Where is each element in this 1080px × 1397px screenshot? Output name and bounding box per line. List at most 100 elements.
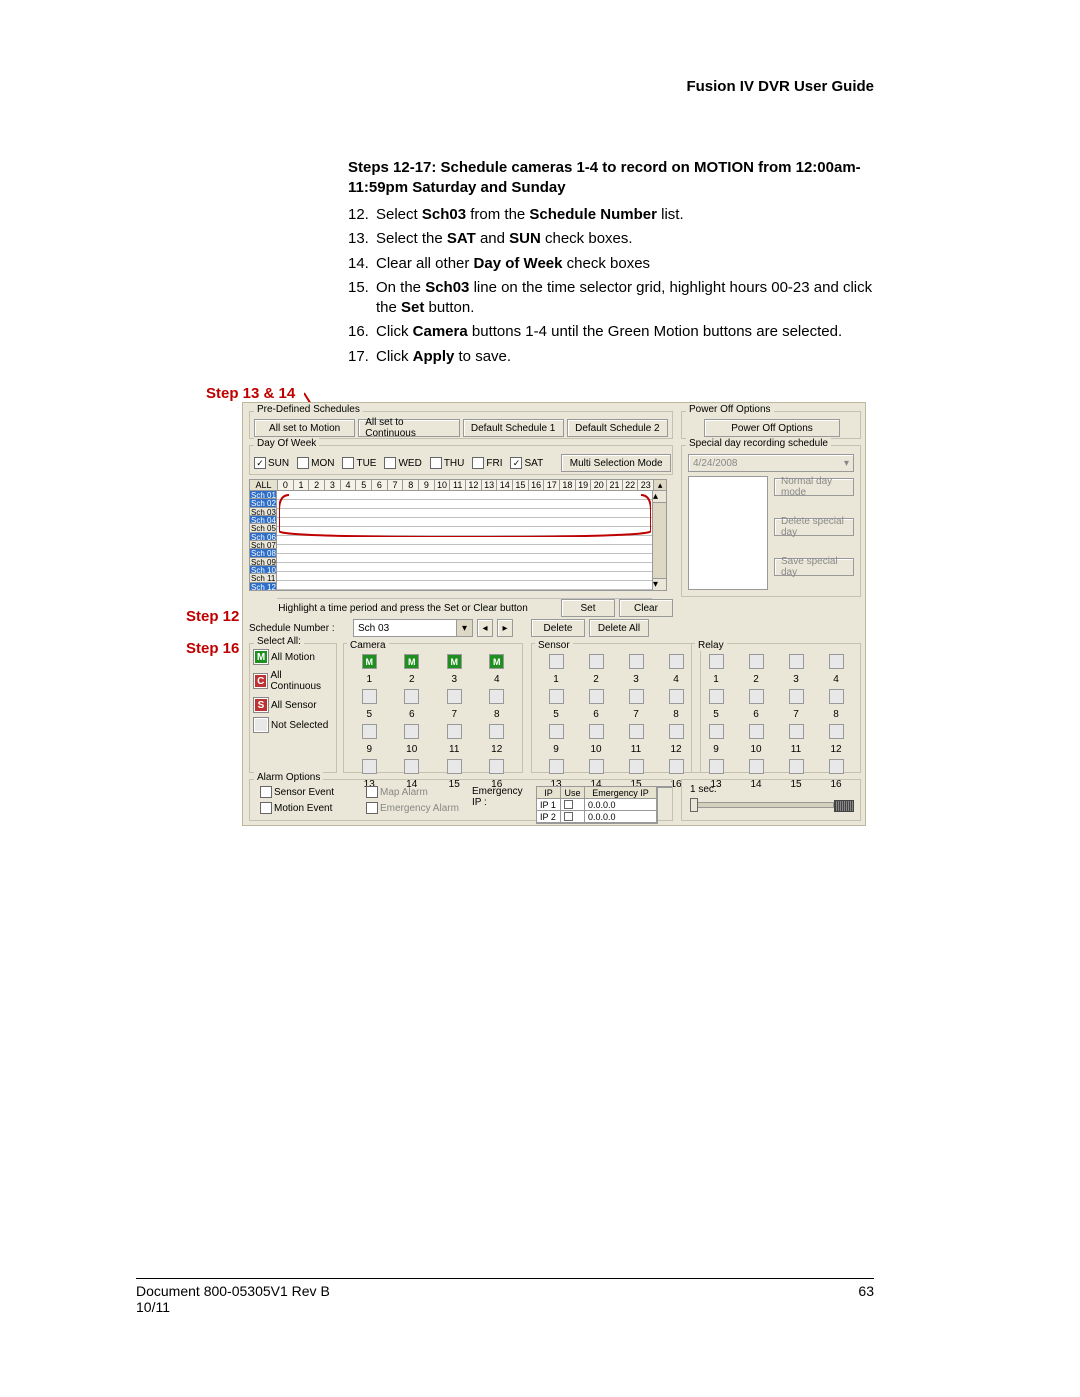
dow-checkbox-thu[interactable] [430, 457, 442, 469]
delete-button[interactable]: Delete [531, 619, 585, 637]
relay-button[interactable] [709, 724, 724, 739]
preset-default1-button[interactable]: Default Schedule 1 [463, 419, 564, 437]
multi-selection-button[interactable]: Multi Selection Mode [561, 454, 671, 472]
slider-thumb[interactable] [690, 798, 698, 812]
schedule-row-label[interactable]: Sch 02 [249, 499, 277, 507]
sensor-button[interactable] [549, 689, 564, 704]
sensor-event-checkbox[interactable] [260, 786, 272, 798]
select-all-option[interactable]: Not Selected [254, 718, 332, 732]
sensor-button[interactable] [669, 689, 684, 704]
ip2-use-checkbox[interactable] [564, 812, 573, 821]
hour-header[interactable]: 7 [387, 479, 403, 491]
relay-button[interactable] [789, 724, 804, 739]
hour-header[interactable]: 23 [637, 479, 653, 491]
hour-header[interactable]: 4 [340, 479, 356, 491]
camera-button[interactable] [362, 759, 377, 774]
hour-header[interactable]: 2 [308, 479, 324, 491]
camera-button[interactable] [447, 759, 462, 774]
relay-button[interactable] [709, 759, 724, 774]
sensor-button[interactable] [589, 654, 604, 669]
select-all-option[interactable]: CAll Continuous [254, 670, 332, 692]
relay-button[interactable] [749, 654, 764, 669]
camera-button[interactable] [447, 724, 462, 739]
relay-button[interactable] [789, 689, 804, 704]
next-button[interactable]: ▸ [497, 619, 513, 637]
camera-button[interactable] [489, 759, 504, 774]
scrollbar[interactable]: ▴ ▾ [653, 491, 667, 591]
camera-button[interactable] [404, 689, 419, 704]
relay-button[interactable] [749, 759, 764, 774]
sensor-button[interactable] [629, 689, 644, 704]
emergency-alarm-checkbox[interactable] [366, 802, 378, 814]
hour-header[interactable]: 9 [418, 479, 434, 491]
dow-checkbox-sat[interactable]: ✓ [510, 457, 522, 469]
prev-button[interactable]: ◂ [477, 619, 493, 637]
sensor-button[interactable] [549, 654, 564, 669]
relay-button[interactable] [829, 689, 844, 704]
dow-checkbox-fri[interactable] [472, 457, 484, 469]
relay-button[interactable] [829, 724, 844, 739]
sensor-button[interactable] [629, 654, 644, 669]
camera-button[interactable] [489, 724, 504, 739]
map-alarm-checkbox[interactable] [366, 786, 378, 798]
hour-header[interactable]: 12 [465, 479, 481, 491]
schedule-row-label[interactable]: Sch 04 [249, 516, 277, 524]
hour-header[interactable]: 10 [434, 479, 450, 491]
sensor-button[interactable] [589, 724, 604, 739]
hour-header[interactable]: 13 [481, 479, 497, 491]
relay-button[interactable] [749, 724, 764, 739]
select-all-option[interactable]: SAll Sensor [254, 698, 332, 712]
grid-all-button[interactable]: ALL [249, 479, 277, 491]
schedule-row-label[interactable]: Sch 08 [249, 549, 277, 557]
delete-special-day-button[interactable]: Delete special day [774, 518, 854, 536]
schedule-row-label[interactable]: Sch 10 [249, 566, 277, 574]
relay-button[interactable] [789, 654, 804, 669]
hour-header[interactable]: 5 [355, 479, 371, 491]
relay-button[interactable] [709, 689, 724, 704]
sensor-button[interactable] [549, 724, 564, 739]
delete-all-button[interactable]: Delete All [589, 619, 649, 637]
schedule-row-label[interactable]: Sch 03 [249, 508, 277, 516]
sensor-button[interactable] [669, 654, 684, 669]
scroll-down-icon[interactable]: ▾ [653, 578, 666, 590]
hour-header[interactable]: 17 [543, 479, 559, 491]
hour-header[interactable]: 19 [575, 479, 591, 491]
save-special-day-button[interactable]: Save special day [774, 558, 854, 576]
sensor-button[interactable] [589, 759, 604, 774]
grid-data-area[interactable] [277, 491, 653, 591]
preset-default2-button[interactable]: Default Schedule 2 [567, 419, 668, 437]
dow-checkbox-tue[interactable] [342, 457, 354, 469]
hour-header[interactable]: 16 [528, 479, 544, 491]
relay-button[interactable] [789, 759, 804, 774]
hour-header[interactable]: 18 [559, 479, 575, 491]
sensor-button[interactable] [629, 759, 644, 774]
hour-header[interactable]: 0 [277, 479, 293, 491]
camera-button[interactable] [362, 724, 377, 739]
sensor-button[interactable] [589, 689, 604, 704]
schedule-row-label[interactable]: Sch 05 [249, 524, 277, 532]
camera-button[interactable]: M [404, 654, 419, 669]
motion-event-checkbox[interactable] [260, 802, 272, 814]
normal-day-mode-button[interactable]: Normal day mode [774, 478, 854, 496]
hour-header[interactable]: 6 [371, 479, 387, 491]
camera-button[interactable] [362, 689, 377, 704]
duration-slider[interactable] [690, 802, 834, 808]
schedule-row-label[interactable]: Sch 11 [249, 574, 277, 582]
preset-all-continuous-button[interactable]: All set to Continuous [358, 419, 459, 437]
sensor-button[interactable] [549, 759, 564, 774]
sensor-button[interactable] [629, 724, 644, 739]
camera-button[interactable]: M [489, 654, 504, 669]
relay-button[interactable] [709, 654, 724, 669]
camera-button[interactable] [447, 689, 462, 704]
camera-button[interactable] [489, 689, 504, 704]
special-day-list[interactable] [688, 476, 768, 590]
camera-button[interactable] [404, 759, 419, 774]
hour-header[interactable]: 11 [449, 479, 465, 491]
hour-header[interactable]: 3 [324, 479, 340, 491]
set-button[interactable]: Set [561, 599, 615, 617]
relay-button[interactable] [829, 759, 844, 774]
dow-checkbox-sun[interactable]: ✓ [254, 457, 266, 469]
sensor-button[interactable] [669, 724, 684, 739]
dow-checkbox-wed[interactable] [384, 457, 396, 469]
clear-button[interactable]: Clear [619, 599, 673, 617]
